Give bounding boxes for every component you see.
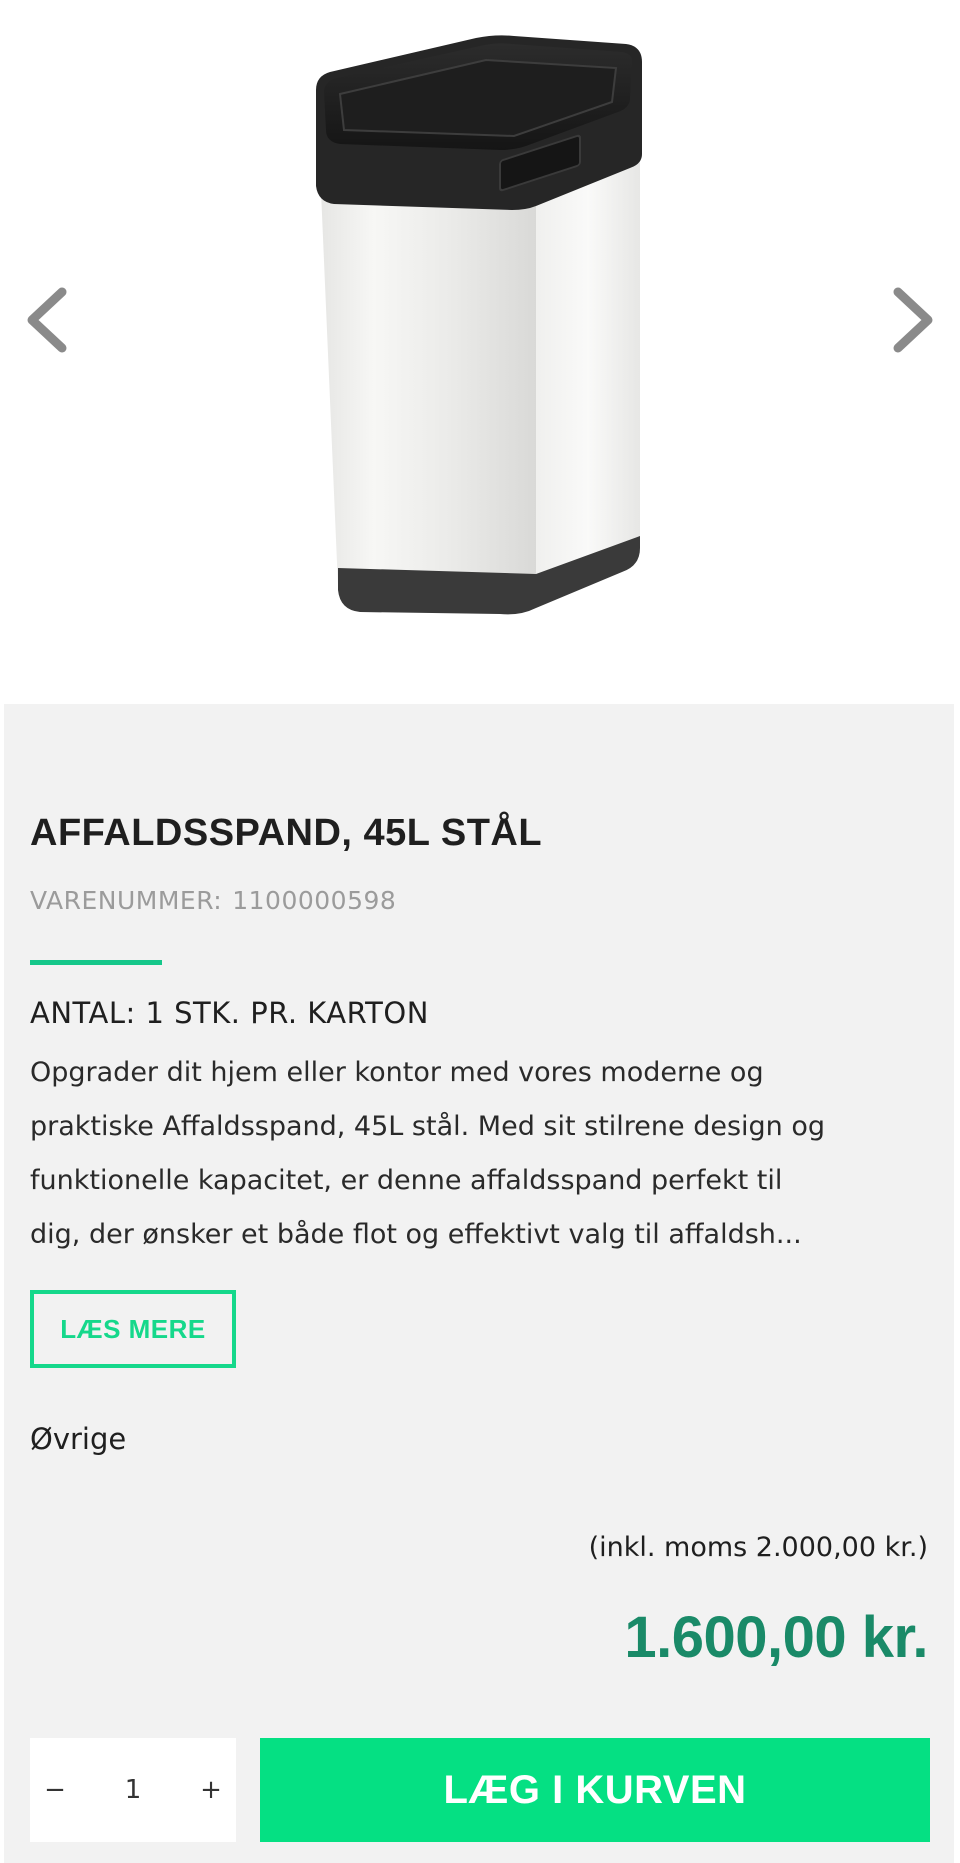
- vat-note: (inkl. moms 2.000,00 kr.): [588, 1532, 928, 1563]
- quantity-input[interactable]: [93, 1774, 173, 1806]
- increase-quantity-button[interactable]: +: [186, 1738, 236, 1842]
- product-description: Opgrader dit hjem eller kontor med vores…: [30, 1057, 826, 1250]
- product-gallery: [0, 0, 960, 700]
- quantity-stepper: − +: [30, 1738, 236, 1842]
- product-category: Øvrige: [30, 1422, 127, 1456]
- gallery-next-button[interactable]: [886, 270, 946, 370]
- chevron-right-icon: [893, 287, 933, 353]
- package-quantity: ANTAL: 1 STK. PR. KARTON: [30, 996, 429, 1030]
- accent-divider: [30, 960, 162, 965]
- product-image: [300, 28, 660, 628]
- chevron-left-icon: [27, 287, 67, 353]
- product-sku: VARENUMMER: 1100000598: [30, 886, 396, 915]
- gallery-prev-button[interactable]: [14, 270, 74, 370]
- product-title: AFFALDSSPAND, 45L STÅL: [30, 812, 543, 854]
- read-more-button[interactable]: LÆS MERE: [30, 1290, 236, 1368]
- add-to-cart-button[interactable]: LÆG I KURVEN: [260, 1738, 930, 1842]
- product-price: 1.600,00 kr.: [624, 1605, 928, 1670]
- sku-label: VARENUMMER:: [30, 886, 223, 915]
- decrease-quantity-button[interactable]: −: [30, 1738, 80, 1842]
- product-info-panel: AFFALDSSPAND, 45L STÅL VARENUMMER: 110000…: [4, 704, 954, 1863]
- sku-value: 1100000598: [232, 886, 397, 915]
